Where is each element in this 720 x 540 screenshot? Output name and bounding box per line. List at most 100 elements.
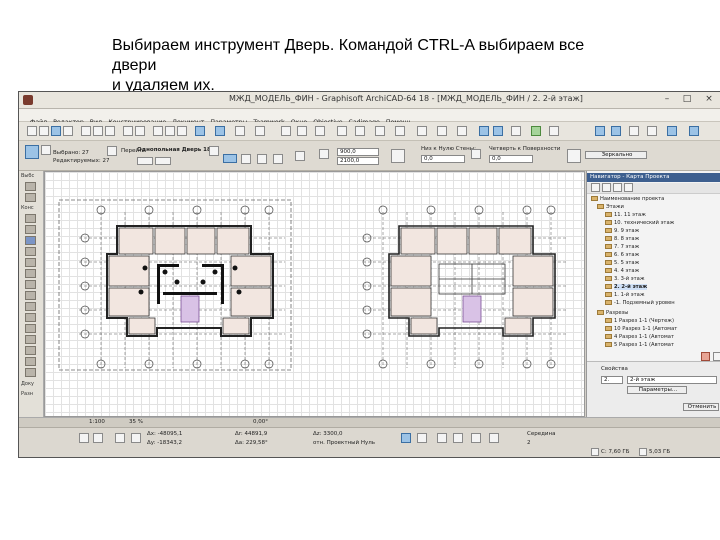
- reveal-field[interactable]: 0,0: [421, 155, 465, 163]
- tree-item[interactable]: 4 Разрез 1-1 (Автомат: [605, 333, 674, 341]
- window-tool-icon[interactable]: [25, 247, 36, 256]
- shell-tool-icon[interactable]: [25, 368, 36, 377]
- tree-item[interactable]: 6. 6 этаж: [605, 251, 639, 259]
- paste-icon[interactable]: [105, 126, 115, 136]
- layer-select-icon[interactable]: [295, 151, 305, 161]
- 3d-box-icon[interactable]: [595, 126, 605, 136]
- publisher-icon[interactable]: [624, 183, 633, 192]
- new-file-icon[interactable]: [27, 126, 37, 136]
- tree-item[interactable]: 10 Разрез 1-1 (Автомат: [605, 325, 677, 333]
- prev-element-icon[interactable]: [137, 157, 153, 165]
- line-icon[interactable]: [417, 433, 427, 443]
- roof-tool-icon[interactable]: [25, 280, 36, 289]
- beam-tool-icon[interactable]: [25, 258, 36, 267]
- story-number-field[interactable]: 2.: [601, 376, 623, 384]
- tree-item[interactable]: Разрезы: [597, 309, 628, 317]
- zoom-out-icon[interactable]: [165, 126, 175, 136]
- minimize-button[interactable]: –: [659, 93, 675, 106]
- organizer-icon[interactable]: [493, 126, 503, 136]
- status-icon[interactable]: [531, 126, 541, 136]
- zoom-fit-icon[interactable]: [177, 126, 187, 136]
- maximize-button[interactable]: □: [679, 93, 695, 106]
- navigator-icon[interactable]: [479, 126, 489, 136]
- slab-tool-icon[interactable]: [25, 269, 36, 278]
- cancel-button[interactable]: Отменить: [683, 403, 719, 411]
- tree-item[interactable]: 1. 1-й этаж: [605, 291, 645, 299]
- layer-icon[interactable]: [281, 126, 291, 136]
- tree-item[interactable]: Этажи: [597, 203, 624, 211]
- guide-icon[interactable]: [93, 433, 103, 443]
- tree-item[interactable]: 3. 3-й этаж: [605, 275, 645, 283]
- section-icon[interactable]: [355, 126, 365, 136]
- tree-item[interactable]: 5. 5 этаж: [605, 259, 639, 267]
- railing-tool-icon[interactable]: [25, 302, 36, 311]
- snap-mode[interactable]: Середина: [527, 431, 555, 438]
- trace-icon[interactable]: [255, 126, 265, 136]
- tree-item[interactable]: 7. 7 этаж: [605, 243, 639, 251]
- grid-icon[interactable]: [471, 433, 481, 443]
- magic-wand-icon[interactable]: [235, 126, 245, 136]
- layout-icon[interactable]: [417, 126, 427, 136]
- zoom-in-icon[interactable]: [153, 126, 163, 136]
- reference-level[interactable]: отн. Проектный Нуль: [313, 440, 375, 447]
- cut-icon[interactable]: [81, 126, 91, 136]
- next-element-icon[interactable]: [155, 157, 171, 165]
- redo-icon[interactable]: [135, 126, 145, 136]
- tree-item[interactable]: 8. 8 этаж: [605, 235, 639, 243]
- anchor-icon[interactable]: [223, 154, 237, 163]
- elevation-icon[interactable]: [375, 126, 385, 136]
- tree-item[interactable]: 10. технический этаж: [605, 219, 674, 227]
- print-icon[interactable]: [63, 126, 73, 136]
- tree-item[interactable]: 5 Разрез 1-1 (Автомат: [605, 341, 674, 349]
- hatch-icon[interactable]: [315, 126, 325, 136]
- wall-tool-icon[interactable]: [25, 214, 36, 223]
- tree-item-selected[interactable]: 2. 2-й этаж: [605, 283, 648, 291]
- publish-icon[interactable]: [437, 126, 447, 136]
- view-map-icon[interactable]: [602, 183, 611, 192]
- close-button[interactable]: ×: [701, 93, 717, 106]
- project-map-icon[interactable]: [591, 183, 600, 192]
- story-name-field[interactable]: 2-й этаж: [627, 376, 717, 384]
- tree-item[interactable]: Наименование проекта: [591, 195, 664, 203]
- curtain-wall-icon[interactable]: [25, 313, 36, 322]
- copy-icon[interactable]: [93, 126, 103, 136]
- arrow-tool-icon[interactable]: [195, 126, 205, 136]
- opening-icon[interactable]: [273, 154, 283, 164]
- tree-item[interactable]: 1 Разрез 1-1 (Чертеж): [605, 317, 674, 325]
- tree-item[interactable]: 11. 11 этаж: [605, 211, 646, 219]
- favorites-icon[interactable]: [41, 145, 51, 155]
- window-tile-icon[interactable]: [689, 126, 699, 136]
- stair-tool-icon[interactable]: [25, 291, 36, 300]
- width-field[interactable]: 900,0: [337, 148, 379, 156]
- height-field[interactable]: 2100,0: [337, 157, 379, 165]
- camera-icon[interactable]: [647, 126, 657, 136]
- snap-point-icon[interactable]: [401, 433, 411, 443]
- rotation-value[interactable]: 0,00°: [253, 419, 268, 426]
- floor-plan-canvas[interactable]: [44, 171, 585, 417]
- snap-icon[interactable]: [79, 433, 89, 443]
- 3d-view-icon[interactable]: [337, 126, 347, 136]
- zoom-value[interactable]: 35 %: [129, 419, 143, 426]
- object-tool-icon[interactable]: [25, 324, 36, 333]
- marquee-tool-icon[interactable]: [215, 126, 225, 136]
- marquee-icon[interactable]: [25, 193, 36, 202]
- save-view-icon[interactable]: [701, 352, 710, 361]
- delete-view-icon[interactable]: [713, 352, 720, 361]
- rotate-icon[interactable]: [257, 154, 267, 164]
- intersection-icon[interactable]: [453, 433, 463, 443]
- open-file-icon[interactable]: [39, 126, 49, 136]
- teamwork-icon[interactable]: [457, 126, 467, 136]
- mesh-tool-icon[interactable]: [25, 346, 36, 355]
- render-icon[interactable]: [511, 126, 521, 136]
- 3d-box-2-icon[interactable]: [611, 126, 621, 136]
- settings-icon[interactable]: [667, 126, 677, 136]
- detail-icon[interactable]: [395, 126, 405, 136]
- perpendicular-icon[interactable]: [437, 433, 447, 443]
- add-icon[interactable]: [115, 433, 125, 443]
- door-tool-icon[interactable]: [25, 145, 39, 159]
- column-tool-icon[interactable]: [25, 225, 36, 234]
- undo-icon[interactable]: [123, 126, 133, 136]
- layout-book-icon[interactable]: [613, 183, 622, 192]
- pen-set-icon[interactable]: [297, 126, 307, 136]
- door-tool-selected-icon[interactable]: [25, 236, 36, 245]
